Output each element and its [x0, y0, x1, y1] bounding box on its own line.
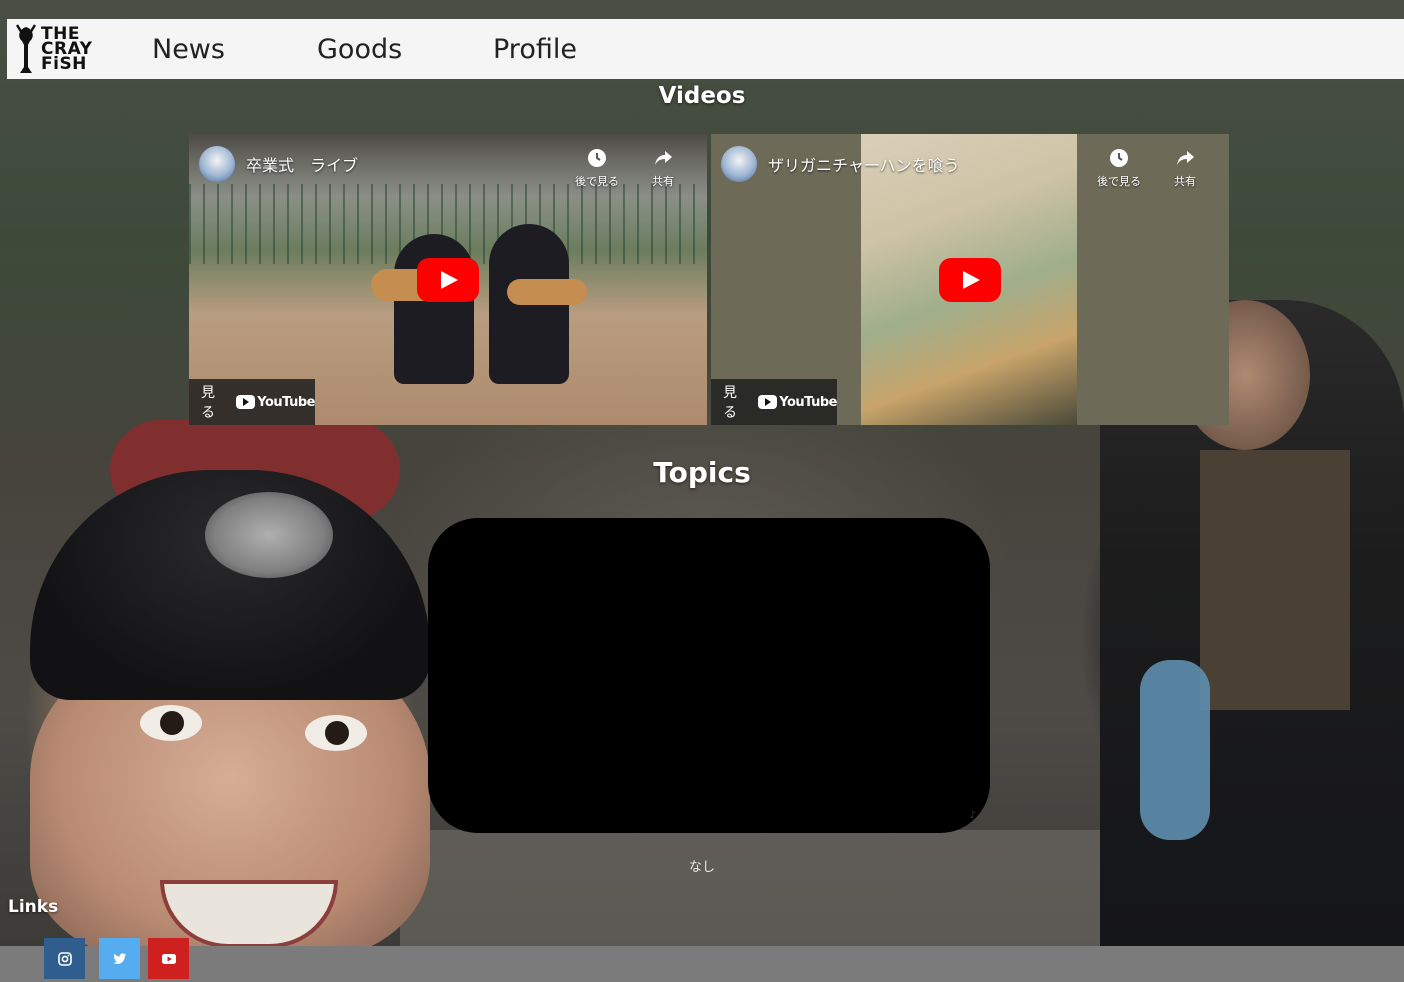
watch-later-button[interactable]: 後で見る — [567, 147, 627, 189]
clock-icon — [1110, 149, 1128, 167]
clock-icon — [588, 149, 606, 167]
video-top-bar: ザリガニチャーハンを喰う 後で見る 共有 — [711, 134, 1229, 190]
play-button-icon[interactable] — [417, 258, 479, 302]
crayfish-icon — [15, 24, 37, 73]
watch-later-button[interactable]: 後で見る — [1089, 147, 1149, 189]
watch-later-label: 後で見る — [575, 175, 619, 188]
youtube-wordmark: YouTube — [779, 394, 837, 410]
twitter-icon — [112, 952, 126, 964]
youtube-icon — [161, 953, 176, 964]
thumbnail-guitar-2 — [507, 279, 587, 305]
share-label: 共有 — [1174, 175, 1196, 188]
watch-on-youtube-button[interactable]: 見る YouTube — [189, 379, 315, 425]
video-title[interactable]: 卒業式 ライブ — [246, 152, 358, 176]
channel-avatar[interactable] — [199, 146, 235, 182]
background-towel — [1140, 660, 1210, 840]
topics-embed[interactable]: ♪ — [428, 518, 990, 833]
footer-bar — [0, 946, 1404, 982]
embed-watermark-icon: ♪ — [969, 810, 976, 821]
videos-heading: Videos — [658, 83, 746, 109]
video-embed-1[interactable]: 卒業式 ライブ 後で見る 共有 見る YouTube — [189, 134, 707, 425]
share-button[interactable]: 共有 — [633, 147, 693, 189]
share-button[interactable]: 共有 — [1155, 147, 1215, 189]
channel-avatar[interactable] — [721, 146, 757, 182]
watch-later-label: 後で見る — [1097, 175, 1141, 188]
background-path — [400, 830, 1100, 946]
background-cap-logo — [205, 492, 333, 578]
brand-line-3: FiSH — [41, 53, 87, 74]
play-button-icon[interactable] — [939, 258, 1001, 302]
background-shirt — [1200, 450, 1350, 710]
brand-wordmark: THE CRAY FiSH — [41, 25, 92, 74]
nav-profile-link[interactable]: Profile — [493, 34, 577, 65]
brand-logo[interactable]: THE CRAY FiSH — [7, 19, 107, 79]
nav-news-link[interactable]: News — [152, 34, 225, 65]
youtube-logo: YouTube — [758, 395, 837, 410]
thumbnail-person-1 — [394, 234, 474, 384]
youtube-play-icon — [758, 395, 778, 409]
instagram-link[interactable] — [44, 938, 85, 979]
youtube-logo: YouTube — [236, 395, 315, 410]
video-title[interactable]: ザリガニチャーハンを喰う — [768, 152, 960, 176]
youtube-link[interactable] — [148, 938, 189, 979]
video-top-bar: 卒業式 ライブ 後で見る 共有 — [189, 134, 707, 190]
topics-empty-text: なし — [688, 860, 715, 875]
links-heading: Links — [8, 897, 59, 917]
watch-on-label: 見る — [201, 385, 215, 421]
site-header: THE CRAY FiSH News Goods Profile — [7, 19, 1404, 79]
background-eye-right — [305, 715, 367, 751]
watch-on-label: 見る — [723, 385, 737, 421]
nav-goods-link[interactable]: Goods — [317, 34, 402, 65]
instagram-icon — [57, 951, 72, 966]
youtube-play-icon — [236, 395, 256, 409]
share-icon — [655, 151, 672, 165]
background-eye-left — [140, 705, 202, 741]
share-label: 共有 — [652, 175, 674, 188]
video-embed-2[interactable]: ザリガニチャーハンを喰う 後で見る 共有 見る YouTube — [711, 134, 1229, 425]
topics-heading: Topics — [653, 456, 751, 489]
share-icon — [1177, 151, 1194, 165]
youtube-wordmark: YouTube — [257, 394, 315, 410]
watch-on-youtube-button[interactable]: 見る YouTube — [711, 379, 837, 425]
twitter-link[interactable] — [99, 938, 140, 979]
